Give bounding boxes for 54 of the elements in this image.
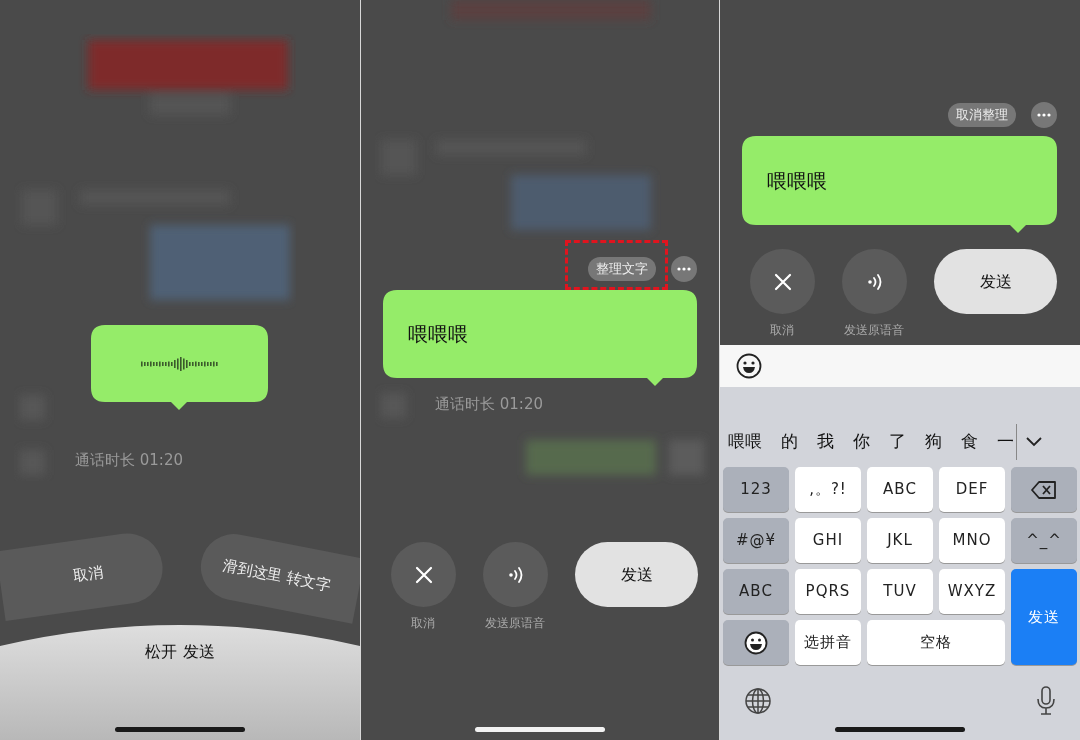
keyboard-key[interactable]: GHI xyxy=(795,518,861,563)
action-label: 取消 xyxy=(770,322,794,339)
keyboard-key[interactable]: JKL xyxy=(867,518,933,563)
more-button[interactable] xyxy=(1031,102,1057,128)
call-duration-text: 通话时长 01:20 xyxy=(75,450,183,471)
keyboard-key[interactable]: PQRS xyxy=(795,569,861,614)
keyboard-key[interactable]: 123 xyxy=(723,467,789,512)
ellipsis-icon xyxy=(677,267,691,271)
candidate-word[interactable]: 食 xyxy=(961,429,978,455)
candidate-word[interactable]: 的 xyxy=(781,429,798,455)
message-text: 喂喂喂 xyxy=(408,321,468,348)
sound-icon xyxy=(866,272,883,291)
keyboard-key[interactable]: ABC xyxy=(723,569,789,614)
candidate-word[interactable]: 喂喂 xyxy=(728,429,762,455)
keyboard-key[interactable]: TUV xyxy=(867,569,933,614)
keyboard-key[interactable]: DEF xyxy=(939,467,1005,512)
call-duration-text: 通话时长 01:20 xyxy=(435,394,543,415)
tidy-text-button[interactable]: 整理文字 xyxy=(588,257,656,281)
waveform-icon xyxy=(140,355,219,372)
send-button[interactable]: 发送 xyxy=(934,249,1057,314)
emoji-icon xyxy=(736,353,762,379)
close-icon xyxy=(773,272,792,291)
backspace-key[interactable] xyxy=(1011,467,1077,512)
chevron-down-icon xyxy=(1026,437,1042,447)
keyboard-key[interactable]: #@¥ xyxy=(723,518,789,563)
candidate-word[interactable]: 狗 xyxy=(925,429,942,455)
emoji-icon xyxy=(744,630,768,655)
send-button[interactable]: 发送 xyxy=(575,542,698,607)
candidate-word[interactable]: 一 xyxy=(997,429,1014,455)
keyboard-key[interactable]: WXYZ xyxy=(939,569,1005,614)
space-key[interactable]: 空格 xyxy=(867,620,1005,665)
action-label: 发送原语音 xyxy=(485,615,545,632)
action-label: 取消 xyxy=(411,615,435,632)
keyboard-key[interactable]: ,。?! xyxy=(795,467,861,512)
close-icon xyxy=(414,565,433,584)
candidate-word[interactable]: 你 xyxy=(853,429,870,455)
backspace-icon xyxy=(1031,479,1057,500)
keyboard-key[interactable]: ^_^ xyxy=(1011,518,1077,563)
more-button[interactable] xyxy=(671,256,697,282)
send-key[interactable]: 发送 xyxy=(1011,569,1077,665)
tidy-text-button[interactable]: 取消整理 xyxy=(948,103,1016,127)
release-label: 松开 发送 xyxy=(145,641,215,663)
keyboard-key[interactable]: MNO xyxy=(939,518,1005,563)
keyboard-key[interactable]: ABC xyxy=(867,467,933,512)
candidate-word[interactable]: 我 xyxy=(817,429,834,455)
action-label: 发送原语音 xyxy=(844,322,904,339)
emoji-key[interactable] xyxy=(723,620,789,665)
ellipsis-icon xyxy=(1037,113,1051,117)
globe-icon xyxy=(744,687,772,715)
message-text: 喂喂喂 xyxy=(767,167,827,195)
keyboard-key[interactable]: 选拼音 xyxy=(795,620,861,665)
sound-icon xyxy=(507,565,524,584)
microphone-icon xyxy=(1036,686,1056,716)
candidate-word[interactable]: 了 xyxy=(889,429,906,455)
